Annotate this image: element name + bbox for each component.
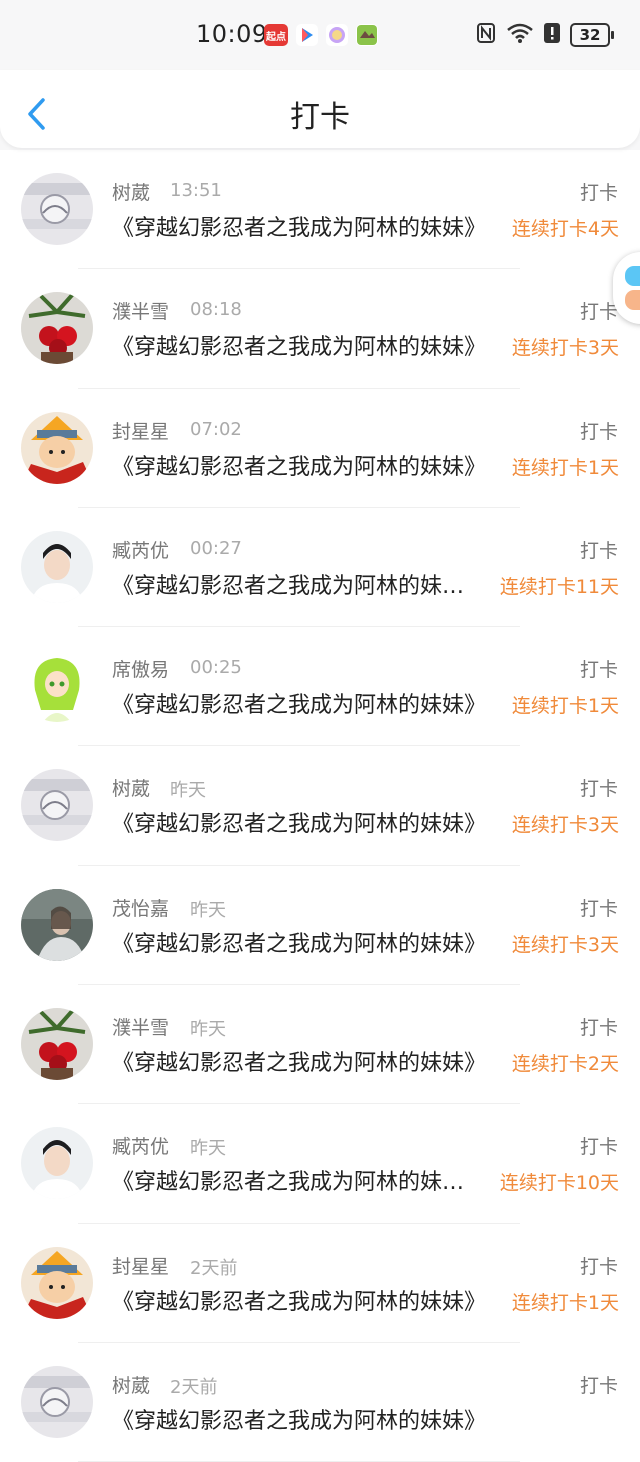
- book-title[interactable]: 《穿越幻影忍者之我成为阿林的妹妹》: [112, 926, 502, 958]
- streak-badge: 连续打卡3天: [511, 814, 619, 837]
- user-name[interactable]: 濮半雪: [112, 1013, 169, 1040]
- book-title[interactable]: 《穿越幻影忍者之我成为阿林的妹妹》: [112, 1403, 502, 1435]
- checkin-list: 树葳 13:51 打卡 《穿越幻影忍者之我成为阿林的妹妹》 连续打卡4天 濮半雪 08:18…: [0, 150, 640, 1462]
- checkin-time: 昨天: [190, 1019, 226, 1041]
- streak-badge: 连续打卡10天: [499, 1172, 619, 1195]
- page-title: 打卡: [290, 100, 350, 135]
- book-title[interactable]: 《穿越幻影忍者之我成为阿林的妹妹》: [112, 210, 502, 242]
- action-label: 打卡: [579, 182, 618, 204]
- book-title[interactable]: 《穿越幻影忍者之我成为阿林的妹妹》: [112, 687, 502, 719]
- checkin-time: 07:02: [190, 418, 242, 440]
- avatar[interactable]: [21, 1127, 93, 1200]
- streak-badge: 连续打卡11天: [499, 575, 619, 598]
- checkin-row[interactable]: 席傲易 00:25 打卡《穿越幻影忍者之我成为阿林的妹妹》 连续打卡1天: [0, 627, 640, 747]
- alert-icon: [544, 22, 560, 48]
- book-title[interactable]: 《穿越幻影忍者之我成为阿林的妹妹》: [112, 1284, 502, 1316]
- action-label: 打卡: [579, 301, 618, 324]
- checkin-time: 昨天: [170, 780, 206, 802]
- book-title[interactable]: 《穿越幻影忍者之我成为阿林的妹妹》: [112, 1164, 480, 1196]
- checkin-row[interactable]: 封星星 07:02 打卡《穿越幻影忍者之我成为阿林的妹妹》 连续打卡1天: [0, 389, 640, 508]
- checkin-row[interactable]: 濮半雪 昨天 打卡《穿越幻影忍者之我成为阿林的妹妹》 连续打卡2天: [0, 985, 640, 1105]
- avatar[interactable]: [21, 411, 93, 484]
- avatar[interactable]: [21, 650, 93, 723]
- user-name[interactable]: 树葳: [112, 1371, 150, 1398]
- avatar[interactable]: [21, 1008, 93, 1081]
- play-app-icon: [296, 24, 318, 46]
- checkin-row[interactable]: 臧芮优 00:27 打卡《穿越幻影忍者之我成为阿林的妹妹》 连续打卡11天: [0, 508, 640, 628]
- action-label: 打卡: [579, 897, 618, 920]
- book-title[interactable]: 《穿越幻影忍者之我成为阿林的妹妹》: [112, 806, 502, 838]
- checkin-time: 昨天: [190, 899, 226, 921]
- checkin-time: 2天前: [190, 1257, 238, 1279]
- checkin-row[interactable]: 树葳 2天前 打卡 《穿越幻影忍者之我成为阿林的妹妹》: [0, 1343, 640, 1462]
- user-name[interactable]: 树葳: [112, 178, 150, 205]
- book-title[interactable]: 《穿越幻影忍者之我成为阿林的妹妹》: [112, 329, 502, 361]
- avatar[interactable]: [21, 530, 93, 603]
- checkin-time: 00:25: [190, 657, 242, 679]
- action-label: 打卡: [579, 1136, 618, 1159]
- user-name[interactable]: 封星星: [112, 1252, 169, 1279]
- user-name[interactable]: 臧芮优: [112, 536, 169, 563]
- user-name[interactable]: 濮半雪: [112, 297, 169, 324]
- streak-badge: 连续打卡3天: [511, 933, 619, 956]
- action-label: 打卡: [579, 539, 618, 562]
- qidian-app-icon: 起点: [264, 24, 288, 46]
- book-title[interactable]: 《穿越幻影忍者之我成为阿林的妹妹》: [112, 568, 480, 600]
- checkin-time: 08:18: [190, 299, 242, 321]
- status-time: 10:09: [196, 20, 268, 48]
- checkin-row[interactable]: 树葳 昨天 打卡《穿越幻影忍者之我成为阿林的妹妹》 连续打卡3天: [0, 746, 640, 866]
- avatar[interactable]: [21, 888, 93, 961]
- widget-blue-icon: [625, 266, 640, 286]
- widget-orange-icon: [625, 290, 640, 310]
- user-name[interactable]: 席傲易: [112, 655, 169, 682]
- streak-badge: 连续打卡1天: [511, 456, 619, 479]
- avatar[interactable]: [21, 173, 93, 245]
- user-name[interactable]: 树葳: [112, 774, 150, 801]
- checkin-time: 昨天: [190, 1138, 226, 1160]
- avatar[interactable]: [21, 769, 93, 842]
- user-name[interactable]: 臧芮优: [112, 1132, 169, 1159]
- book-title[interactable]: 《穿越幻影忍者之我成为阿林的妹妹》: [112, 1045, 502, 1077]
- avatar[interactable]: [21, 292, 93, 365]
- streak-badge: 连续打卡4天: [511, 218, 619, 240]
- wifi-icon: [506, 22, 534, 48]
- action-label: 打卡: [579, 1017, 618, 1040]
- checkin-row[interactable]: 濮半雪 08:18 打卡《穿越幻影忍者之我成为阿林的妹妹》 连续打卡3天: [0, 269, 640, 389]
- status-indicators: 32: [476, 22, 614, 48]
- game-app-icon: [356, 24, 378, 46]
- streak-badge: 连续打卡1天: [511, 1291, 619, 1314]
- checkin-row[interactable]: 臧芮优 昨天 打卡《穿越幻影忍者之我成为阿林的妹妹》 连续打卡10天: [0, 1104, 640, 1224]
- streak-badge: 连续打卡1天: [511, 695, 619, 718]
- streak-badge: 连续打卡3天: [511, 337, 619, 360]
- checkin-row[interactable]: 茂怡嘉 昨天 打卡《穿越幻影忍者之我成为阿林的妹妹》 连续打卡3天: [0, 866, 640, 986]
- nfc-icon: [476, 22, 496, 48]
- avatar[interactable]: [21, 1365, 93, 1438]
- action-label: 打卡: [579, 1374, 618, 1397]
- orb-app-icon: [326, 24, 348, 46]
- action-label: 打卡: [579, 1255, 618, 1278]
- status-bar: 10:09 起点 32: [0, 0, 640, 70]
- user-name[interactable]: 封星星: [112, 417, 169, 444]
- avatar[interactable]: [21, 1246, 93, 1319]
- checkin-time: 00:27: [190, 537, 242, 559]
- status-app-icons: 起点: [264, 24, 378, 46]
- streak-badge: 连续打卡2天: [511, 1053, 619, 1076]
- action-label: 打卡: [579, 420, 618, 443]
- battery-indicator: 32: [570, 23, 614, 47]
- action-label: 打卡: [579, 778, 618, 801]
- user-name[interactable]: 茂怡嘉: [112, 894, 169, 921]
- action-label: 打卡: [579, 659, 618, 682]
- checkin-time: 13:51: [170, 180, 222, 201]
- checkin-row[interactable]: 树葳 13:51 打卡《穿越幻影忍者之我成为阿林的妹妹》 连续打卡4天: [0, 150, 640, 270]
- book-title[interactable]: 《穿越幻影忍者之我成为阿林的妹妹》: [112, 449, 502, 481]
- checkin-row[interactable]: 封星星 2天前 打卡《穿越幻影忍者之我成为阿林的妹妹》 连续打卡1天: [0, 1224, 640, 1343]
